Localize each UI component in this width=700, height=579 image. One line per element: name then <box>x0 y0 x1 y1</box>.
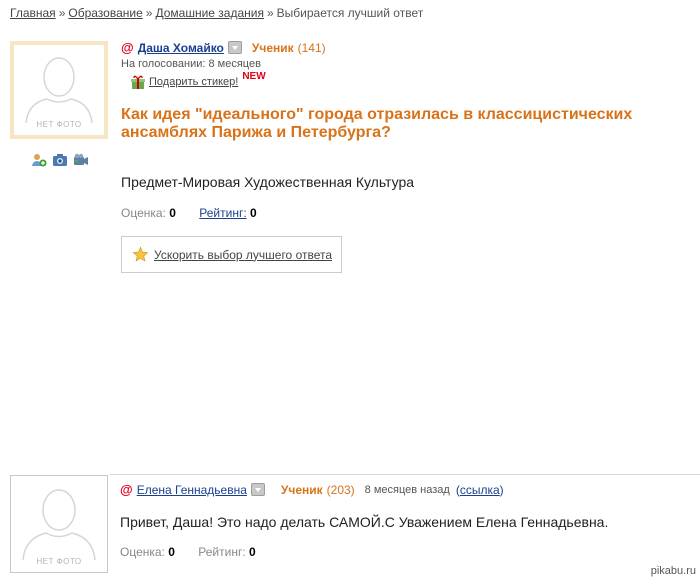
answer-text: Привет, Даша! Это надо делать САМОЙ.С Ув… <box>120 514 609 530</box>
answer-rating-line: Оценка: 0 Рейтинг: 0 <box>120 545 256 559</box>
photo-camera-icon[interactable] <box>52 152 68 168</box>
new-badge: NEW <box>242 70 266 82</box>
answer-time: 8 месяцев назад <box>364 483 450 496</box>
answer-author-rank-count: (203) <box>326 482 355 497</box>
video-camera-icon[interactable] <box>73 152 89 168</box>
breadcrumb-current: Выбирается лучший ответ <box>276 6 424 20</box>
author-menu-dropdown-icon[interactable] <box>250 483 265 496</box>
speed-up-best-answer-box[interactable]: Ускорить выбор лучшего ответа <box>121 236 342 273</box>
paren-close: ) <box>499 482 504 497</box>
voting-duration: На голосовании: 8 месяцев <box>121 58 261 70</box>
gift-sticker-link[interactable]: Подарить стикер! <box>149 76 238 88</box>
mail-at-icon[interactable]: @ <box>121 40 134 55</box>
rating-link[interactable]: Рейтинг: <box>199 206 246 220</box>
breadcrumb-home[interactable]: Главная <box>10 6 56 20</box>
answer-author-rank: Ученик <box>280 482 323 497</box>
answer-author-line: @ Елена Геннадьевна Ученик (203) 8 месяц… <box>120 482 504 497</box>
question-rating-line: Оценка: 0 Рейтинг: 0 <box>121 206 257 220</box>
breadcrumb-education[interactable]: Образование <box>68 6 142 20</box>
author-menu-dropdown-icon[interactable] <box>227 41 242 54</box>
question-author-rank: Ученик <box>251 40 294 55</box>
question-author-line: @ Даша Хомайко Ученик (141) <box>121 40 326 55</box>
star-icon <box>132 246 149 262</box>
breadcrumb: Главная» Образование» Домашние задания» Выб… <box>10 6 423 20</box>
profile-tools <box>31 152 89 168</box>
score-label: Оценка: <box>121 206 166 220</box>
gift-sticker: Подарить стикер! NEW <box>130 70 266 90</box>
question-author-rank-count: (141) <box>297 40 326 55</box>
question-category: Предмет-Мировая Художественная Культура <box>121 174 415 190</box>
breadcrumb-separator: » <box>58 6 66 20</box>
add-friend-icon[interactable] <box>31 152 47 168</box>
score-value: 0 <box>169 206 176 220</box>
gift-icon <box>131 75 145 89</box>
rating-label: Рейтинг: <box>198 545 246 559</box>
rating-value: 0 <box>249 545 256 559</box>
no-photo-label: НЕТ ФОТО <box>36 557 82 566</box>
answer-author-avatar[interactable]: НЕТ ФОТО <box>10 475 108 573</box>
question-author-name[interactable]: Даша Хомайко <box>138 41 224 55</box>
rating-value: 0 <box>250 206 257 220</box>
breadcrumb-separator: » <box>266 6 274 20</box>
speed-up-best-answer-link[interactable]: Ускорить выбор лучшего ответа <box>154 248 332 262</box>
question-title: Как идея "идеального" города отразилась … <box>121 106 633 141</box>
answer-divider <box>110 474 700 475</box>
breadcrumb-separator: » <box>145 6 153 20</box>
answer-permalink: (ссылка) <box>456 483 504 497</box>
question-author-avatar[interactable]: НЕТ ФОТО <box>10 41 108 139</box>
answer-permalink-link[interactable]: ссылка <box>460 483 500 497</box>
breadcrumb-homework[interactable]: Домашние задания <box>155 6 264 20</box>
score-value: 0 <box>168 545 175 559</box>
watermark: pikabu.ru <box>650 565 696 577</box>
mail-at-icon[interactable]: @ <box>120 482 133 497</box>
answer-author-name[interactable]: Елена Геннадьевна <box>137 483 247 497</box>
no-photo-label: НЕТ ФОТО <box>36 120 82 129</box>
score-label: Оценка: <box>120 545 165 559</box>
